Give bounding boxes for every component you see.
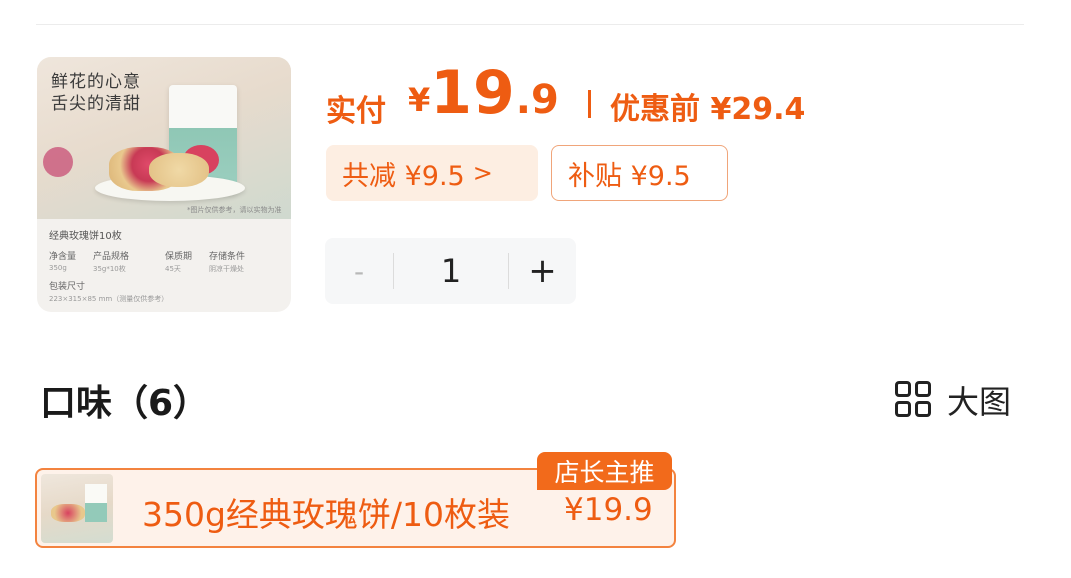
rose-cake-whole [149,153,209,187]
quantity-value[interactable]: 1 [394,238,508,304]
package-value: 223×315×85 mm（测量仅供参考） [49,295,169,303]
thumb-spec-weight: 净含量 350g [49,249,76,272]
price-decimal: .9 [515,77,559,123]
flavor-name: 350g经典玫瑰饼/10枚装 [142,495,511,534]
increase-button[interactable]: + [509,238,576,304]
spec-label: 存储条件 [209,252,246,262]
paid-price: ¥19.9 [408,58,559,128]
price-separator [588,90,591,118]
price-integer: 19 [430,58,516,128]
paid-label: 实付 [326,94,386,129]
currency-symbol: ¥ [408,81,431,119]
spec-value: 45天 [165,265,181,273]
quantity-stepper: - 1 + [325,238,576,304]
spec-value: 35g*10枚 [93,265,126,273]
discount-text: 共减 ¥9.5 [342,160,465,192]
view-toggle-label: 大图 [947,383,1012,421]
thumb-spec-size: 产品规格 35g*10枚 [93,249,129,274]
product-image[interactable]: 鲜花的心意 舌尖的清甜 *图片仅供参考，请以实物为准 经典玫瑰饼10枚 净含量 … [37,57,291,312]
thumb-spec-storage: 存储条件 阴凉干燥处 [209,249,245,274]
decrease-button[interactable]: - [325,238,393,304]
flower-decoration [43,147,73,177]
spec-label: 产品规格 [93,252,130,262]
large-view-toggle[interactable]: 大图 [895,378,1011,422]
thumb-package-size: 包装尺寸 223×315×85 mm（测量仅供参考） [49,279,168,304]
spec-label: 保质期 [165,252,193,262]
spec-value: 阴凉干燥处 [209,265,244,273]
top-divider [36,24,1024,25]
product-photo: 鲜花的心意 舌尖的清甜 *图片仅供参考，请以实物为准 [37,57,291,219]
thumb-info-title: 经典玫瑰饼10枚 [49,231,122,242]
thumb-slogan-line2: 舌尖的清甜 [51,94,141,114]
package-label: 包装尺寸 [49,282,86,292]
recommended-badge: 店长主推 [537,452,672,490]
flavor-price: ¥19.9 [564,492,653,528]
thumb-caption: *图片仅供参考，请以实物为准 [187,206,282,214]
subsidy-chip: 补贴 ¥9.5 [551,145,728,201]
spec-label: 净含量 [49,252,77,262]
spec-value: 350g [49,264,67,272]
flavor-thumbnail [41,474,113,543]
original-price: 优惠前 ¥29.4 [610,92,806,127]
subsidy-text: 补贴 ¥9.5 [568,160,691,192]
flavor-section-title: 口味（6） [40,383,210,424]
discount-chip[interactable]: 共减 ¥9.5 > [326,145,538,201]
grid-icon [895,381,933,419]
chevron-right-icon: > [472,159,493,187]
thumb-spec-shelf-life: 保质期 45天 [165,249,192,274]
